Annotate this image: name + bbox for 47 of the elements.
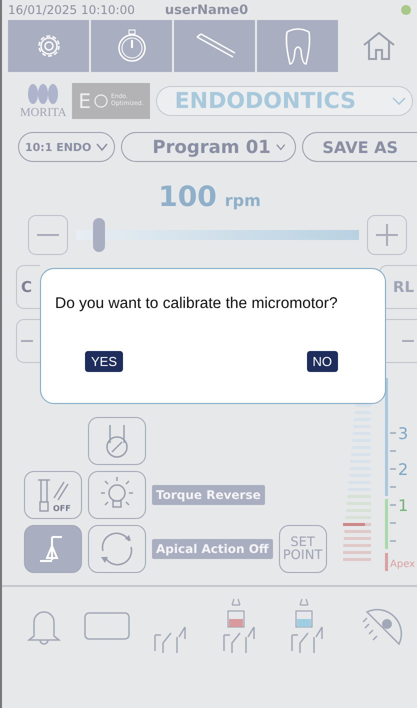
minus-icon — [402, 340, 414, 342]
no-button[interactable]: NO — [306, 351, 338, 372]
minus-icon — [21, 340, 33, 342]
home-icon — [362, 31, 396, 61]
chevron-icon — [392, 97, 406, 105]
instruments-tab[interactable] — [174, 20, 255, 72]
scale-label: 1 — [398, 496, 408, 515]
program-dropdown[interactable]: Program 01 — [121, 132, 296, 162]
scale-label: Apex — [390, 559, 415, 570]
torque-reverse-label: Torque Reverse — [152, 485, 265, 505]
speed-value: 100 — [158, 180, 217, 213]
user-name: userName0 — [164, 2, 250, 18]
scale-label: 3 — [398, 424, 408, 443]
timer-tab[interactable] — [91, 20, 172, 72]
set-point-button[interactable]: SET POINT — [278, 525, 327, 573]
decrease-button[interactable] — [28, 215, 68, 255]
status-indicator — [401, 5, 411, 15]
date-time: 16/01/2025 10:10:00 — [8, 3, 135, 17]
save-as-button[interactable]: SAVE AS — [302, 132, 417, 162]
stopwatch-icon — [116, 29, 146, 63]
off-label: OFF — [53, 504, 71, 513]
scale-label: 2 — [398, 460, 408, 479]
mode-dropdown[interactable]: ENDODONTICS — [156, 86, 413, 116]
file-button[interactable] — [88, 417, 146, 465]
increase-button[interactable] — [367, 215, 407, 255]
logo-mark-icon — [26, 82, 60, 104]
apical-stop-button[interactable] — [24, 525, 82, 573]
minus-icon — [37, 234, 59, 236]
settings-tab[interactable] — [8, 20, 89, 72]
ratio-dropdown[interactable]: 10:1 ENDO — [18, 132, 116, 162]
badge-letter: E — [78, 89, 92, 113]
plus-icon — [376, 224, 398, 246]
light-button[interactable] — [88, 471, 146, 519]
tooth-icon — [282, 26, 312, 66]
apical-action-label: Apical Action Off — [152, 539, 273, 559]
yes-button[interactable]: YES — [85, 351, 124, 372]
light-off-button[interactable]: OFF — [24, 471, 82, 519]
brand-logo: MORITA — [20, 104, 66, 120]
rectangle-icon[interactable] — [82, 611, 131, 641]
chevron-icon — [96, 143, 108, 151]
speed-unit: rpm — [224, 191, 261, 210]
chevron-icon — [276, 143, 286, 151]
rotation-button[interactable] — [88, 525, 146, 573]
circle-icon — [94, 94, 108, 108]
slider-thumb[interactable] — [92, 218, 105, 252]
tooth-tab[interactable] — [257, 20, 338, 72]
dialog-message: Do you want to calibrate the micromotor? — [55, 295, 339, 313]
